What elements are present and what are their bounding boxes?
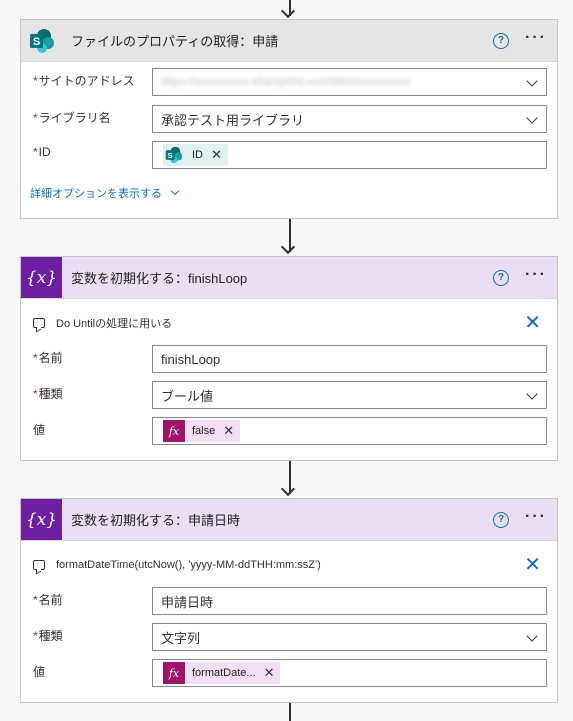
connector-arrow [280,481,296,497]
remove-token-icon[interactable]: ✕ [223,423,234,439]
help-icon[interactable]: ? [493,270,509,286]
help-icon[interactable]: ? [493,33,509,49]
field-label: *ライブラリ名 [33,111,111,125]
variable-type-value: 文字列 [161,630,201,646]
variable-type-dropdown[interactable]: ブール値 [152,381,547,409]
remove-token-icon[interactable]: ✕ [211,147,222,163]
chevron-down-icon [526,630,538,642]
action-comment[interactable]: Do Untilの処理に用いる ✕ [33,312,545,334]
token-label: false [192,425,216,437]
field-label: 値 [33,665,46,679]
comment-text: Do Untilの処理に用いる [56,318,173,330]
connector-line [289,703,291,721]
card-header[interactable]: S ファイルのプロパティの取得：申請 ? ··· [21,20,557,62]
token-label: formatDate... [192,667,256,679]
connector-arrow [280,3,296,19]
chevron-down-icon [170,186,180,196]
card-header[interactable]: {x} 変数を初期化する：申請日時 ? ··· [21,499,557,541]
variable-type-value: ブール値 [161,388,214,404]
field-label: 値 [33,423,46,437]
chevron-down-icon [526,112,538,124]
show-advanced-options-link[interactable]: 詳細オプションを表示する [30,185,180,201]
variable-name-input[interactable]: 申請日時 [152,587,547,615]
variable-icon: {x} [21,499,62,540]
card-title: 変数を初期化する：finishLoop [71,271,248,286]
id-input[interactable]: S ID ✕ [152,141,547,169]
token-label: ID [192,149,203,161]
chevron-down-icon [526,75,538,87]
library-name-value: 承認テスト用ライブラリ [161,112,305,128]
fx-icon: fx [163,662,185,684]
svg-text:S: S [168,151,173,160]
remove-token-icon[interactable]: ✕ [264,665,275,681]
site-address-dropdown[interactable]: https://xxxxxxxxxx.sharepoint.com/sites/… [152,68,547,96]
expression-token[interactable]: fx false ✕ [163,420,241,442]
more-options-icon[interactable]: ··· [525,29,547,47]
variable-type-dropdown[interactable]: 文字列 [152,623,547,651]
advanced-link-label: 詳細オプションを表示する [30,188,162,200]
action-card-get-file-properties: S ファイルのプロパティの取得：申請 ? ··· *サイトのアドレス https… [20,19,558,219]
variable-name-input[interactable]: finishLoop [152,345,547,373]
dynamic-content-token[interactable]: S ID ✕ [163,144,228,166]
sharepoint-icon: S [21,20,62,61]
more-options-icon[interactable]: ··· [525,508,547,526]
comment-icon [33,560,45,570]
connector-arrow [280,239,296,255]
more-options-icon[interactable]: ··· [525,266,547,284]
svg-text:S: S [32,36,39,48]
card-title: ファイルのプロパティの取得：申請 [71,34,279,49]
variable-name-value: 申請日時 [161,594,214,610]
field-label: *種類 [33,387,63,401]
close-icon[interactable]: ✕ [524,313,541,333]
comment-text: formatDateTime(utcNow(), 'yyyy-MM-ddTHH:… [56,559,321,571]
help-icon[interactable]: ? [493,512,509,528]
field-label: *名前 [33,351,63,365]
action-card-init-variable-request-datetime: {x} 変数を初期化する：申請日時 ? ··· formatDateTime(u… [20,498,558,703]
site-address-value: https://xxxxxxxxxx.sharepoint.com/sites/… [161,76,412,88]
sharepoint-icon: S [163,144,185,166]
variable-value-input[interactable]: fx formatDate... ✕ [152,659,547,687]
variable-icon: {x} [21,257,62,298]
field-label: *名前 [33,593,63,607]
expression-token[interactable]: fx formatDate... ✕ [163,662,281,684]
field-label: *ID [33,145,51,159]
variable-name-value: finishLoop [161,351,221,367]
card-title: 変数を初期化する：申請日時 [71,513,241,528]
chevron-down-icon [526,388,538,400]
field-label: *サイトのアドレス [33,74,135,88]
fx-icon: fx [163,420,185,442]
action-comment[interactable]: formatDateTime(utcNow(), 'yyyy-MM-ddTHH:… [33,554,545,576]
comment-icon [33,318,45,328]
card-header[interactable]: {x} 変数を初期化する：finishLoop ? ··· [21,257,557,299]
variable-value-input[interactable]: fx false ✕ [152,417,547,445]
action-card-init-variable-finishloop: {x} 変数を初期化する：finishLoop ? ··· Do Untilの処… [20,256,558,461]
close-icon[interactable]: ✕ [524,555,541,575]
library-name-dropdown[interactable]: 承認テスト用ライブラリ [152,105,547,133]
field-label: *種類 [33,629,63,643]
